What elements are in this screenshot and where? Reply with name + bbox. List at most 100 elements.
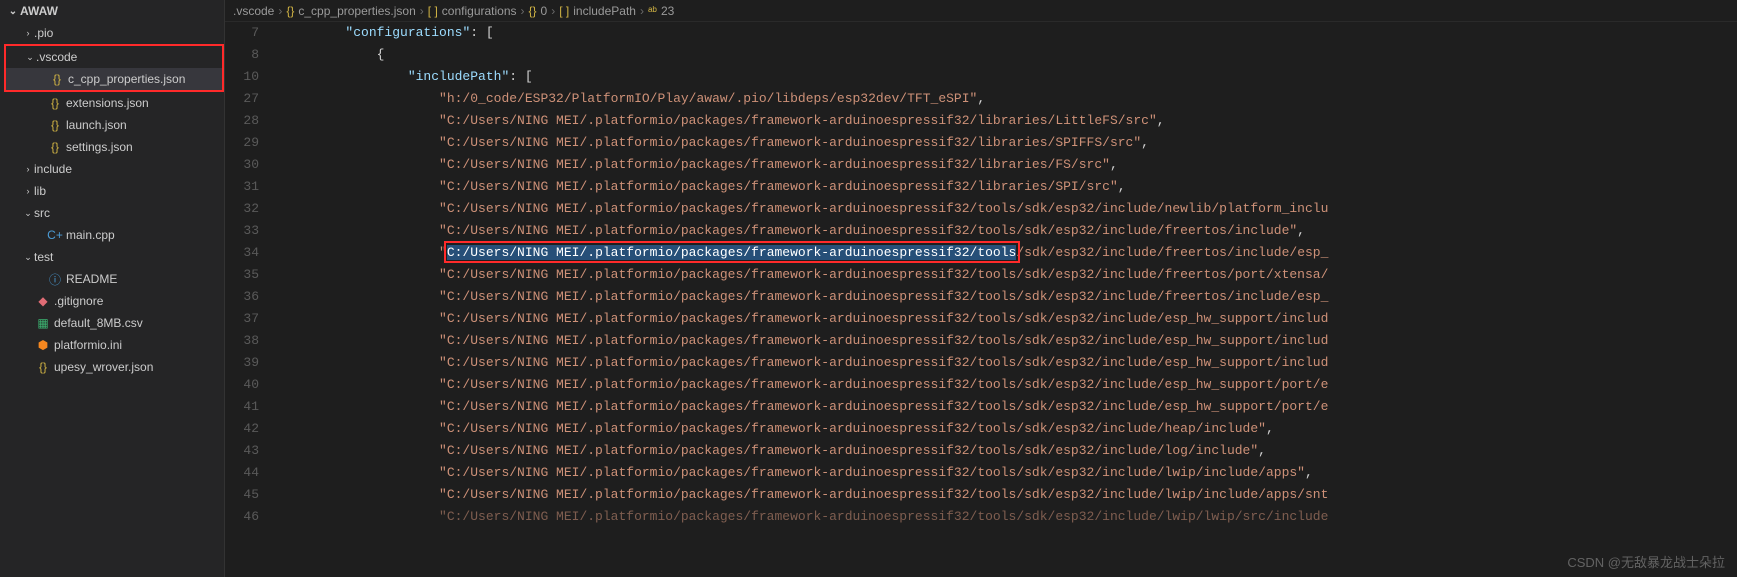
breadcrumb[interactable]: .vscode›{}c_cpp_properties.json›[ ]confi…	[225, 0, 1737, 22]
tree-item-label: .vscode	[36, 50, 77, 64]
code-line[interactable]: "C:/Users/NING MEI/.platformio/packages/…	[283, 330, 1737, 352]
file-icon: {}	[46, 140, 64, 154]
file-row[interactable]: ·▦default_8MB.csv	[4, 312, 224, 334]
code-line[interactable]: "C:/Users/NING MEI/.platformio/packages/…	[283, 440, 1737, 462]
breadcrumb-segment[interactable]: .vscode	[233, 4, 274, 18]
folder-row[interactable]: ›lib	[4, 180, 224, 202]
file-row[interactable]: ·C+main.cpp	[4, 224, 224, 246]
token: "C:/Users/NING MEI/.platformio/packages/…	[439, 509, 1328, 524]
token: "C:/Users/NING MEI/.platformio/packages/…	[439, 179, 1118, 194]
project-header[interactable]: ⌄ AWAW	[0, 0, 224, 22]
token: /sdk/esp32/include/freertos/include/esp_	[1016, 245, 1328, 260]
file-row[interactable]: ·{}launch.json	[4, 114, 224, 136]
tree-item-label: test	[34, 250, 53, 264]
line-number: 33	[225, 220, 259, 242]
code-line[interactable]: "C:/Users/NING MEI/.platformio/packages/…	[283, 484, 1737, 506]
file-row[interactable]: ·{}c_cpp_properties.json	[6, 68, 222, 90]
code-line[interactable]: "includePath": [	[283, 66, 1737, 88]
token: "includePath"	[408, 69, 509, 84]
line-number: 42	[225, 418, 259, 440]
breadcrumb-icon: ᵃᵇ	[648, 4, 657, 18]
code-line[interactable]: "C:/Users/NING MEI/.platformio/packages/…	[283, 352, 1737, 374]
code-line[interactable]: "C:/Users/NING MEI/.platformio/packages/…	[283, 132, 1737, 154]
file-icon: C+	[46, 228, 64, 242]
file-row[interactable]: ·◆.gitignore	[4, 290, 224, 312]
code-line[interactable]: "C:/Users/NING MEI/.platformio/packages/…	[283, 176, 1737, 198]
token: "C:/Users/NING MEI/.platformio/packages/…	[439, 135, 1141, 150]
code-line[interactable]: "C:/Users/NING MEI/.platformio/packages/…	[283, 308, 1737, 330]
code-line[interactable]: "C:/Users/NING MEI/.platformio/packages/…	[283, 396, 1737, 418]
chevron-down-icon: ⌄	[6, 6, 20, 17]
editor-pane: .vscode›{}c_cpp_properties.json›[ ]confi…	[225, 0, 1737, 577]
file-row[interactable]: ·ⓘREADME	[4, 268, 224, 290]
token: ,	[977, 91, 985, 106]
code-line[interactable]: "C:/Users/NING MEI/.platformio/packages/…	[283, 374, 1737, 396]
code-line[interactable]: "C:/Users/NING MEI/.platformio/packages/…	[283, 286, 1737, 308]
code-line[interactable]: "C:/Users/NING MEI/.platformio/packages/…	[283, 110, 1737, 132]
file-row[interactable]: ·⬢platformio.ini	[4, 334, 224, 356]
code-line[interactable]: "C:/Users/NING MEI/.platformio/packages/…	[283, 462, 1737, 484]
token: "C:/Users/NING MEI/.platformio/packages/…	[439, 443, 1258, 458]
project-name: AWAW	[20, 4, 58, 18]
chevron-right-icon: ›	[521, 4, 525, 18]
tree-item-label: README	[66, 272, 117, 286]
code-line[interactable]: {	[283, 44, 1737, 66]
file-icon: {}	[34, 360, 52, 374]
code-line[interactable]: "C:/Users/NING MEI/.platformio/packages/…	[283, 418, 1737, 440]
code-lines[interactable]: "configurations": [ { "includePath": [ "…	[283, 22, 1737, 577]
code-line[interactable]: "C:/Users/NING MEI/.platformio/packages/…	[283, 198, 1737, 220]
line-number: 41	[225, 396, 259, 418]
token: "C:/Users/NING MEI/.platformio/packages/…	[439, 487, 1328, 502]
tree-item-label: c_cpp_properties.json	[68, 72, 185, 86]
token: "C:/Users/NING MEI/.platformio/packages/…	[439, 333, 1328, 348]
breadcrumb-icon: {}	[529, 4, 537, 18]
code-line[interactable]: "C:/Users/NING MEI/.platformio/packages/…	[283, 506, 1737, 528]
file-icon: {}	[48, 72, 66, 86]
token: "C:/Users/NING MEI/.platformio/packages/…	[439, 421, 1266, 436]
code-line[interactable]: "h:/0_code/ESP32/PlatformIO/Play/awaw/.p…	[283, 88, 1737, 110]
tree-item-label: settings.json	[66, 140, 133, 154]
tree-item-label: main.cpp	[66, 228, 115, 242]
breadcrumb-segment[interactable]: 0	[541, 4, 548, 18]
breadcrumb-segment[interactable]: c_cpp_properties.json	[298, 4, 415, 18]
token: "	[439, 245, 447, 260]
tree-item-label: platformio.ini	[54, 338, 122, 352]
folder-row[interactable]: ›.pio	[4, 22, 224, 44]
line-number: 31	[225, 176, 259, 198]
breadcrumb-segment[interactable]: 23	[661, 4, 674, 18]
breadcrumb-segment[interactable]: includePath	[573, 4, 636, 18]
folder-row[interactable]: ⌄test	[4, 246, 224, 268]
file-icon: ◆	[34, 294, 52, 308]
token: "h:/0_code/ESP32/PlatformIO/Play/awaw/.p…	[439, 91, 977, 106]
token: : [	[470, 25, 493, 40]
code-area[interactable]: 7810272829303132333435363738394041424344…	[225, 22, 1737, 577]
file-row[interactable]: ·{}settings.json	[4, 136, 224, 158]
chevron-right-icon: ›	[22, 164, 34, 174]
token: ,	[1157, 113, 1165, 128]
token: ,	[1141, 135, 1149, 150]
folder-row[interactable]: ⌄src	[4, 202, 224, 224]
line-number: 32	[225, 198, 259, 220]
file-icon: ▦	[34, 316, 52, 330]
folder-row[interactable]: ⌄.vscode	[6, 46, 222, 68]
code-line[interactable]: "configurations": [	[283, 22, 1737, 44]
token: ,	[1258, 443, 1266, 458]
file-icon: {}	[46, 96, 64, 110]
line-number: 28	[225, 110, 259, 132]
file-row[interactable]: ·{}upesy_wrover.json	[4, 356, 224, 378]
code-line[interactable]: "C:/Users/NING MEI/.platformio/packages/…	[283, 154, 1737, 176]
tree-item-label: .gitignore	[54, 294, 103, 308]
file-row[interactable]: ·{}extensions.json	[4, 92, 224, 114]
folder-row[interactable]: ›include	[4, 158, 224, 180]
line-number: 38	[225, 330, 259, 352]
chevron-down-icon: ⌄	[24, 52, 36, 63]
token: : [	[509, 69, 532, 84]
breadcrumb-segment[interactable]: configurations	[442, 4, 517, 18]
line-number: 43	[225, 440, 259, 462]
selected-text: C:/Users/NING MEI/.platformio/packages/f…	[447, 245, 1017, 260]
file-icon: ⬢	[34, 338, 52, 352]
tree-item-label: src	[34, 206, 50, 220]
code-line[interactable]: "C:/Users/NING MEI/.platformio/packages/…	[283, 242, 1737, 264]
code-line[interactable]: "C:/Users/NING MEI/.platformio/packages/…	[283, 264, 1737, 286]
code-line[interactable]: "C:/Users/NING MEI/.platformio/packages/…	[283, 220, 1737, 242]
